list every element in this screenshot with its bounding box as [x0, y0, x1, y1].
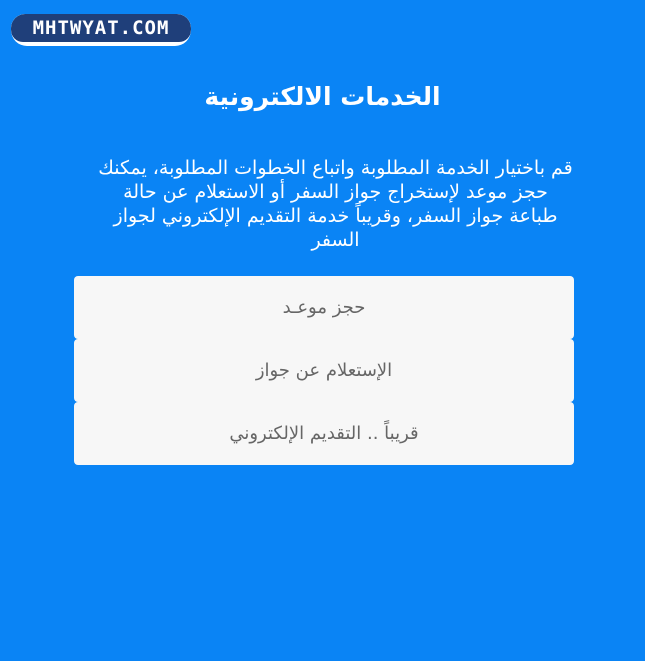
book-appointment-button[interactable]: حجز موعـد	[74, 276, 574, 339]
online-application-button[interactable]: قريباً .. التقديم الإلكتروني	[74, 402, 574, 465]
passport-inquiry-button[interactable]: الإستعلام عن جواز	[74, 339, 574, 402]
site-logo[interactable]: MHTWYAT.COM	[11, 14, 191, 46]
page-title: الخدمات الالكترونية	[204, 82, 441, 111]
site-logo-text: MHTWYAT.COM	[11, 14, 191, 42]
service-list: حجز موعـد الإستعلام عن جواز قريباً .. ال…	[74, 276, 574, 465]
intro-text: قم باختيار الخدمة المطلوبة واتباع الخطوا…	[98, 157, 573, 251]
